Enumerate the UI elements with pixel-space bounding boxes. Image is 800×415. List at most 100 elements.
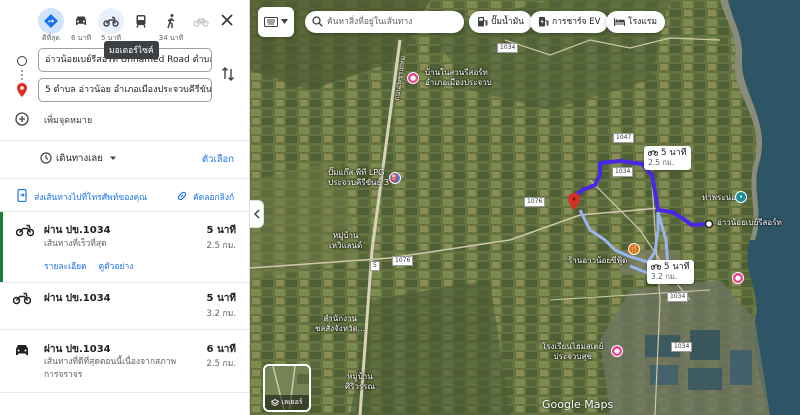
preview-link[interactable]: ดูตัวอย่าง — [99, 259, 134, 273]
layers-icon — [271, 398, 280, 406]
village-label: หมู่บ้าน เหวิแลนด์ — [329, 231, 363, 250]
motorcycle-icon — [648, 150, 658, 156]
mode-tooltip: มอเตอร์ไซค์ — [104, 41, 159, 59]
send-to-phone-link[interactable]: ส่งเส้นทางไปที่โทรศัพท์ของคุณ — [34, 190, 147, 204]
caret-down-icon — [109, 156, 116, 160]
details-link[interactable]: รายละเอียด — [44, 259, 87, 273]
restaurant-label[interactable]: ร้านอาวน้อยซีฟู้ด — [568, 256, 627, 266]
chip-label: การชาร์จ EV — [552, 17, 601, 27]
chip-gas-station[interactable]: ปั๊มน้ำมัน — [469, 11, 532, 33]
route-option-1[interactable]: ผ่าน ปข.1034 เส้นทางที่เร็วที่สุด 5 นาที… — [0, 212, 249, 282]
route-actions: รายละเอียด ดูตัวอย่าง — [44, 259, 133, 273]
route-desc: เส้นทางที่ดีที่สุดตอนนี้เนื่องจากสภาพการ… — [44, 357, 177, 380]
lpg-station-label[interactable]: ปั๊มแก๊ส พีที LPG ประจวบคีรีขันธ์ 3 — [328, 168, 389, 188]
divider — [0, 178, 249, 179]
route-desc: เส้นทางที่เร็วที่สุด — [44, 239, 107, 249]
add-destination-row[interactable]: เพิ่มจุดหมาย — [0, 110, 249, 130]
phone-send-icon[interactable] — [16, 189, 28, 202]
car-icon — [16, 345, 28, 355]
route-option-3[interactable]: ผ่าน ปข.1034 เส้นทางที่ดีที่สุดตอนนี้เนื… — [0, 330, 249, 390]
chip-ev-charging[interactable]: การชาร์จ EV — [530, 11, 609, 33]
add-destination-label: เพิ่มจุดหมาย — [44, 116, 93, 126]
mode-best[interactable]: ดีที่สุด — [36, 8, 66, 42]
map-canvas[interactable]: ค้นหาสิ่งที่อยู่ในเส้นทาง ปั๊มน้ำมัน การ… — [250, 0, 800, 415]
destination-row: 5 ตำบล อ่าวน้อย อำเภอเมืองประจวบคีรีขันธ… — [0, 78, 249, 104]
divider — [0, 392, 249, 393]
road-number: 1076 — [392, 256, 414, 266]
beach-pin-icon[interactable]: • — [735, 191, 747, 203]
keyboard-icon — [264, 17, 278, 27]
link-icon[interactable] — [176, 190, 188, 202]
road-number: 1034 — [612, 167, 634, 177]
search-along-route-input[interactable]: ค้นหาสิ่งที่อยู่ในเส้นทาง — [305, 11, 464, 33]
motorcycle-icon — [13, 292, 31, 305]
mode-walk[interactable]: 34 นาที — [156, 8, 186, 42]
layers-label-box: เลเยอร์ — [265, 395, 309, 410]
directions-panel: ดีที่สุด 6 นาที 5 นาที 34 นาที มอเตอร์ไซ… — [0, 0, 250, 415]
leave-now-label: เดินทางเลย — [56, 152, 103, 164]
google-maps-app: ดีที่สุด 6 นาที 5 นาที 34 นาที มอเตอร์ไซ… — [0, 0, 800, 415]
close-icon[interactable] — [219, 12, 235, 28]
google-maps-logo: Google Maps — [542, 398, 614, 411]
copy-link[interactable]: คัดลอกลิงก์ — [193, 190, 234, 204]
route-callout-primary[interactable]: 5 นาที 2.5 กม. — [644, 146, 691, 170]
search-placeholder: ค้นหาสิ่งที่อยู่ในเส้นทาง — [327, 17, 413, 27]
route-time: 5 นาที — [206, 225, 236, 236]
map-top-bar: ค้นหาสิ่งที่อยู่ในเส้นทาง ปั๊มน้ำมัน การ… — [250, 7, 800, 37]
search-icon — [312, 16, 323, 27]
leave-now-button[interactable]: เดินทางเลย — [40, 148, 119, 168]
ev-charging-icon — [539, 17, 549, 27]
directions-icon — [44, 14, 58, 28]
gas-station-pin-icon[interactable]: ⛽ — [389, 172, 401, 184]
add-circle-icon — [15, 112, 29, 126]
route-distance: 2.5 กม. — [206, 241, 236, 251]
road-number: 5 — [370, 261, 380, 271]
restaurant-pin-icon[interactable]: 🍴 — [628, 243, 640, 255]
school-pin-icon[interactable]: ● — [611, 345, 623, 357]
mode-bicycle[interactable] — [186, 8, 216, 42]
origin-dot-icon — [17, 56, 27, 66]
route-name: ผ่าน ปข.1034 — [44, 344, 111, 355]
route-distance: 3.2 กม. — [206, 309, 236, 319]
destination-input[interactable]: 5 ตำบล อ่าวน้อย อำเภอเมืองประจวบคีรีขันธ… — [38, 78, 212, 102]
map-type-toggle[interactable] — [258, 7, 294, 37]
destination-pin-icon — [17, 83, 27, 97]
walk-icon — [167, 14, 175, 29]
chip-label: โรงแรม — [628, 17, 657, 27]
school-label[interactable]: โรงเรียนไฮมสเตย์ ประจวบสุข — [542, 342, 603, 362]
road-number: 1047 — [613, 133, 635, 143]
callout-distance: 2.5 กม. — [648, 158, 675, 167]
shopping-pin-icon[interactable]: ● — [732, 272, 744, 284]
callout-time: 5 นาที — [663, 262, 690, 272]
travel-modes: ดีที่สุด 6 นาที 5 นาที 34 นาที — [0, 0, 249, 42]
mode-motorcycle[interactable]: 5 นาที — [96, 8, 126, 42]
layers-label: เลเยอร์ — [281, 398, 303, 406]
destination-resort-label[interactable]: อ่าวน้อยเบย์รีสอร์ท — [717, 218, 782, 228]
mode-transit[interactable] — [126, 8, 156, 42]
callout-time: 5 นาที — [660, 148, 687, 158]
mode-car[interactable]: 6 นาที — [66, 8, 96, 42]
chip-label: ปั๊มน้ำมัน — [491, 17, 524, 27]
office-label: สำนักงาน ชลสั่งจังหวัด... — [315, 314, 366, 333]
road-number: 1034 — [497, 43, 519, 53]
send-row: ส่งเส้นทางไปที่โทรศัพท์ของคุณ คัดลอกลิงก… — [0, 186, 249, 206]
transit-icon — [136, 15, 146, 28]
collapse-panel-button[interactable] — [250, 200, 264, 228]
road-number: 1034 — [671, 342, 693, 352]
route-time: 6 นาที — [206, 344, 236, 355]
callout-distance: 3.2 กม. — [651, 272, 678, 281]
route-name: ผ่าน ปข.1034 — [44, 225, 111, 236]
divider — [0, 140, 249, 141]
gas-station-icon — [478, 17, 488, 27]
resort-pin-icon[interactable]: ● — [407, 72, 419, 84]
chip-hotels[interactable]: โรงแรม — [606, 11, 665, 33]
layers-button[interactable]: เลเยอร์ — [263, 364, 311, 412]
resort-home-label[interactable]: บ้านในสวนรีสอร์ท อำเภอเมืองประจวบ — [425, 68, 492, 88]
route-option-2[interactable]: ผ่าน ปข.1034 5 นาที 3.2 กม. — [0, 283, 249, 329]
chevron-left-icon — [253, 209, 260, 219]
route-callout-alt[interactable]: 5 นาที 3.2 กม. — [647, 260, 694, 284]
hotel-bed-icon — [614, 18, 625, 26]
options-link[interactable]: ตัวเลือก — [202, 152, 234, 167]
clock-icon — [40, 152, 52, 164]
route-time: 5 นาที — [206, 293, 236, 304]
